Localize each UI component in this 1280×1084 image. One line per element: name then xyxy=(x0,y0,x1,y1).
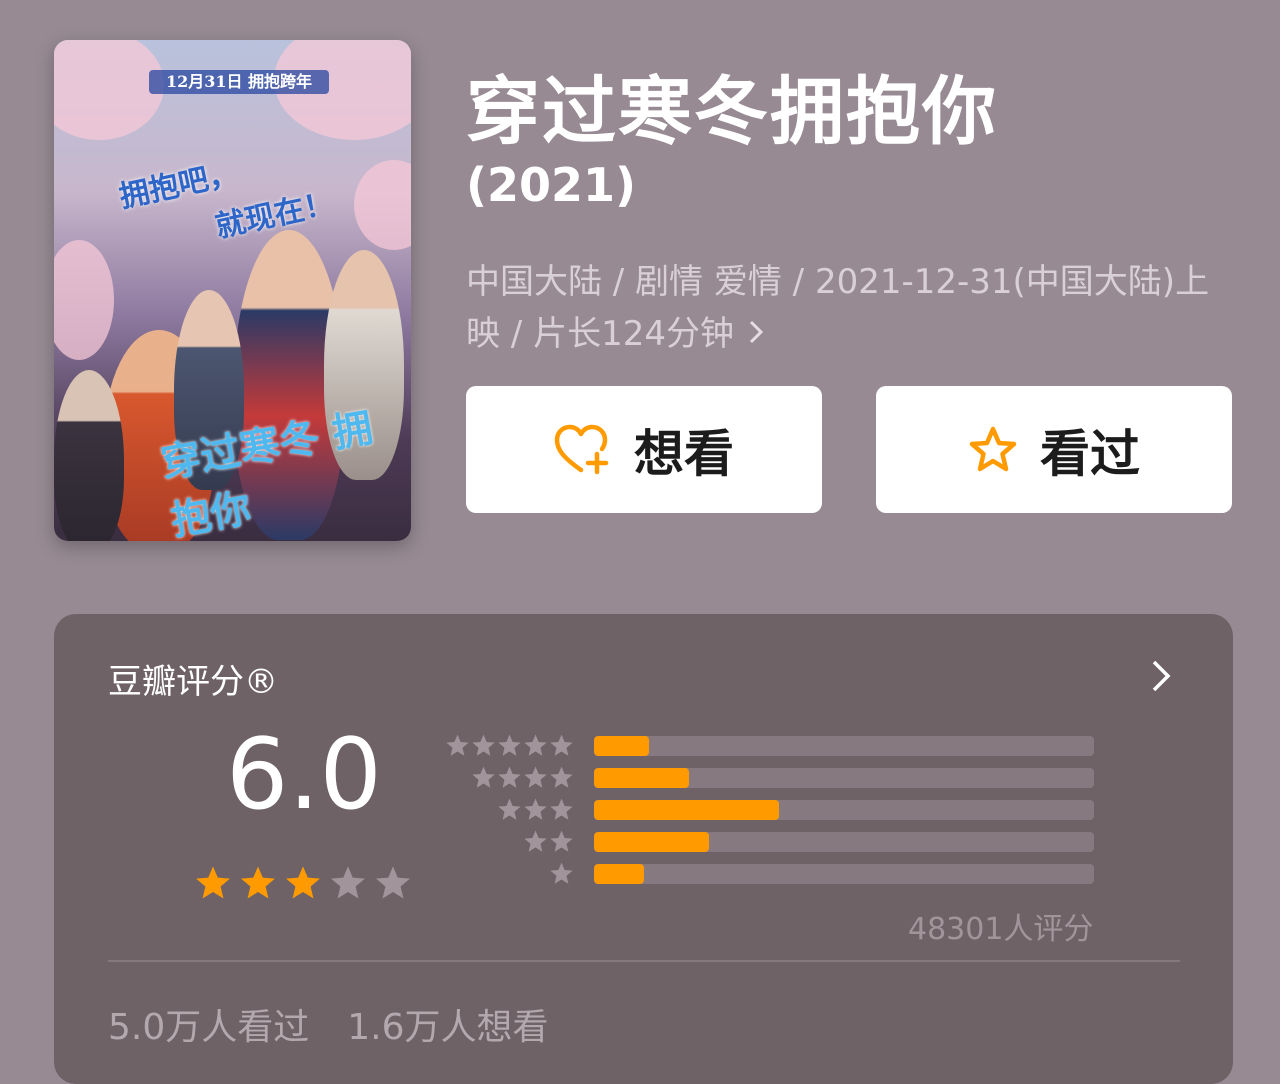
star-icon xyxy=(550,798,573,820)
poster-blossom xyxy=(54,40,164,140)
poster-blossom xyxy=(354,160,411,250)
distribution-bar-3-star xyxy=(594,800,779,820)
movie-meta-link[interactable]: 中国大陆 / 剧情 爱情 / 2021-12-31(中国大陆)上映 / 片长12… xyxy=(466,256,1216,360)
distribution-bar-5-star xyxy=(594,736,649,756)
star-filled-icon xyxy=(196,866,230,899)
distribution-bar-track xyxy=(594,800,1094,820)
rating-card-title: 豆瓣评分® xyxy=(108,662,278,702)
star-empty-icon xyxy=(331,866,365,899)
star-icon xyxy=(550,830,573,852)
star-icon xyxy=(498,734,521,756)
raters-count: 48301人评分 xyxy=(908,912,1094,947)
star-icon xyxy=(498,766,521,788)
distribution-stars xyxy=(444,861,574,886)
star-icon xyxy=(472,766,495,788)
star-filled-icon xyxy=(241,866,275,899)
distribution-bar-track xyxy=(594,768,1094,788)
douban-rating-card[interactable]: 豆瓣评分® 6.0 48301人评分 5.0万人看过 1.6万人想看 xyxy=(54,614,1233,1084)
star-icon xyxy=(498,798,521,820)
chevron-right-icon xyxy=(748,308,764,360)
star-icon xyxy=(524,734,547,756)
star-icon xyxy=(550,766,573,788)
watched-label: 看过 xyxy=(1040,424,1140,483)
score-stars xyxy=(194,864,412,902)
rating-score: 6.0 xyxy=(226,718,382,832)
distribution-bar-track xyxy=(594,832,1094,852)
movie-title: 穿过寒冬拥抱你 xyxy=(466,69,998,155)
distribution-row-2-star xyxy=(444,829,1094,854)
heart-plus-icon xyxy=(554,424,609,474)
distribution-row-4-star xyxy=(444,765,1094,790)
star-icon xyxy=(524,830,547,852)
watched-button[interactable]: 看过 xyxy=(876,386,1232,513)
star-icon xyxy=(472,734,495,756)
chevron-right-icon[interactable] xyxy=(1149,658,1173,698)
distribution-bar-1-star xyxy=(594,864,644,884)
star-icon xyxy=(524,766,547,788)
distribution-bar-track xyxy=(594,736,1094,756)
distribution-row-3-star xyxy=(444,797,1094,822)
distribution-stars xyxy=(444,733,574,758)
distribution-stars xyxy=(444,765,574,790)
star-outline-icon xyxy=(969,426,1017,471)
distribution-bar-2-star xyxy=(594,832,709,852)
star-icon xyxy=(446,734,469,756)
want-to-watch-button[interactable]: 想看 xyxy=(466,386,822,513)
distribution-row-1-star xyxy=(444,861,1094,886)
distribution-bar-track xyxy=(594,864,1094,884)
movie-poster[interactable]: 12月31日 拥抱跨年 拥抱吧， 就现在！ 穿过寒冬 拥抱你 xyxy=(54,40,411,541)
distribution-row-5-star xyxy=(444,733,1094,758)
poster-tagline: 12月31日 拥抱跨年 xyxy=(149,70,329,94)
divider xyxy=(108,960,1180,962)
star-icon xyxy=(524,798,547,820)
distribution-bar-4-star xyxy=(594,768,689,788)
want-count[interactable]: 1.6万人想看 xyxy=(347,1007,548,1048)
want-to-watch-label: 想看 xyxy=(634,424,734,483)
poster-figure xyxy=(54,370,124,541)
star-empty-icon xyxy=(376,866,410,899)
seen-count[interactable]: 5.0万人看过 xyxy=(108,1007,309,1048)
movie-meta-text: 中国大陆 / 剧情 爱情 / 2021-12-31(中国大陆)上映 / 片长12… xyxy=(466,262,1210,354)
star-icon xyxy=(550,734,573,756)
audience-stats: 5.0万人看过 1.6万人想看 xyxy=(108,998,549,1050)
poster-blossom xyxy=(54,240,114,360)
star-filled-icon xyxy=(286,866,320,899)
distribution-stars xyxy=(444,797,574,822)
movie-year: (2021) xyxy=(466,158,637,212)
star-icon xyxy=(550,862,573,884)
distribution-stars xyxy=(444,829,574,854)
